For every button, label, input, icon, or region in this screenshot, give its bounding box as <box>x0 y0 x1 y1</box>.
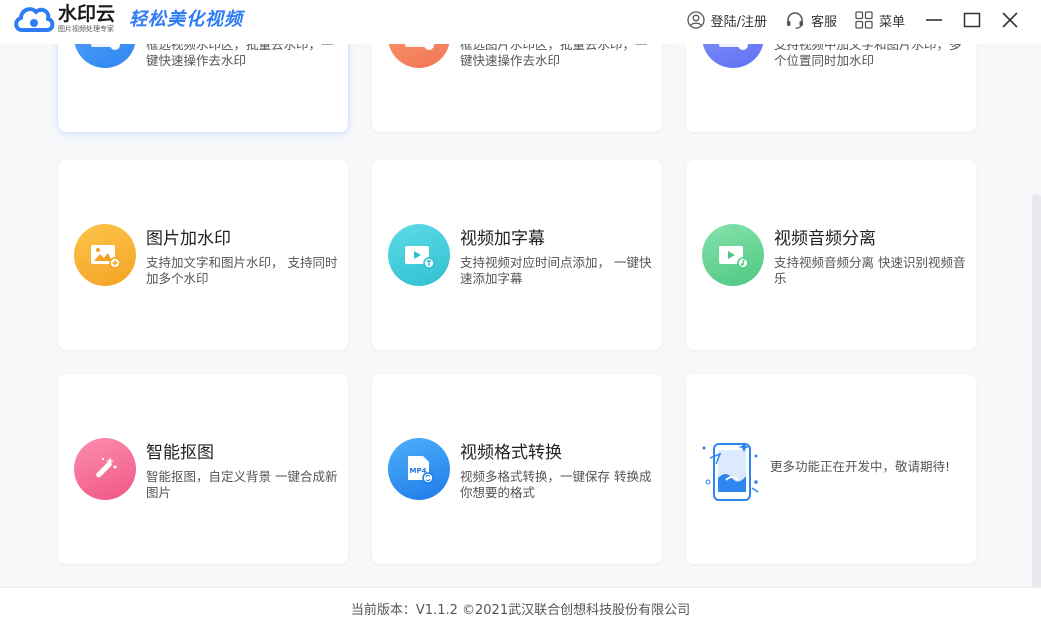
mp4-file-icon: MP4 <box>388 438 450 500</box>
close-button[interactable] <box>999 9 1021 31</box>
headset-icon <box>786 12 803 29</box>
card-video-watermark-remove[interactable]: 框选视频水印区，批量去水印，一键快速操作去水印 <box>58 44 348 132</box>
magic-wand-icon <box>74 438 136 500</box>
phone-illustration-icon <box>698 434 768 506</box>
more-features-text: 更多功能正在开发中，敬请期待! <box>770 459 951 474</box>
footer: 当前版本：V1.1.2 ©2021武汉联合创想科技股份有限公司 <box>0 587 1041 629</box>
menu-label: 菜单 <box>878 14 905 30</box>
card-desc: 智能抠图，自定义背景 一键合成新图片 <box>146 469 338 500</box>
card-video-add-watermark[interactable]: 支持视频中加文字和图片水印，多个位置同时加水印 <box>686 44 976 132</box>
card-title: 图片加水印 <box>146 229 231 249</box>
app-logo: 水印云 图片视频处理专家 轻松美化视频 <box>12 2 243 34</box>
card-title: 智能抠图 <box>146 443 214 463</box>
card-title: 视频音频分离 <box>774 229 876 249</box>
customer-service-button[interactable]: 客服 <box>785 11 837 30</box>
close-icon <box>1002 12 1018 28</box>
card-video-format-convert[interactable]: MP4 视频格式转换 视频多格式转换，一键保存 转换成你想要的格式 <box>372 374 662 564</box>
card-smart-cutout[interactable]: 智能抠图 智能抠图，自定义背景 一键合成新图片 <box>58 374 348 564</box>
card-image-add-watermark[interactable]: 图片加水印 支持加文字和图片水印， 支持同时加多个水印 <box>58 160 348 350</box>
app-subtitle: 图片视频处理专家 <box>58 24 114 33</box>
card-desc: 支持视频对应时间点添加， 一键快速添加字幕 <box>460 255 652 286</box>
menu-button[interactable]: 菜单 <box>855 11 905 30</box>
card-video-add-subtitle[interactable]: 视频加字幕 支持视频对应时间点添加， 一键快速添加字幕 <box>372 160 662 350</box>
card-desc: 支持加文字和图片水印， 支持同时加多个水印 <box>146 255 338 286</box>
card-desc: 框选视频水印区，批量去水印，一键快速操作去水印 <box>146 44 334 68</box>
video-add-watermark-icon <box>702 44 764 68</box>
maximize-icon <box>963 12 981 28</box>
minimize-button[interactable] <box>923 9 945 31</box>
app-slogan: 轻松美化视频 <box>129 9 244 30</box>
maximize-button[interactable] <box>961 9 983 31</box>
card-image-watermark-remove[interactable]: 框选图片水印区，批量去水印，一键快速操作去水印 <box>372 44 662 132</box>
subtitle-icon <box>388 224 450 286</box>
image-remove-watermark-icon <box>388 44 450 68</box>
login-label: 登陆/注册 <box>710 14 767 30</box>
app-header: 水印云 图片视频处理专家 轻松美化视频 登陆/注册 客服 菜单 <box>0 0 1041 44</box>
card-video-audio-separate[interactable]: 视频音频分离 支持视频音频分离 快速识别视频音乐 <box>686 160 976 350</box>
card-desc: 支持视频中加文字和图片水印，多个位置同时加水印 <box>774 44 962 68</box>
mp4-label: MP4 <box>410 467 427 475</box>
video-remove-watermark-icon <box>74 44 136 68</box>
version-text: 当前版本：V1.1.2 ©2021武汉联合创想科技股份有限公司 <box>350 603 691 618</box>
scrollbar[interactable] <box>1032 194 1041 587</box>
card-desc: 视频多格式转换，一键保存 转换成你想要的格式 <box>460 469 652 500</box>
user-icon <box>686 11 705 29</box>
card-title: 视频格式转换 <box>460 443 562 463</box>
app-name: 水印云 <box>58 2 116 25</box>
cloud-logo-icon <box>12 2 56 34</box>
minimize-icon <box>926 19 942 21</box>
service-label: 客服 <box>810 14 837 30</box>
login-button[interactable]: 登陆/注册 <box>686 11 767 30</box>
card-desc: 支持视频音频分离 快速识别视频音乐 <box>774 255 966 286</box>
image-watermark-icon <box>74 224 136 286</box>
card-title: 视频加字幕 <box>460 229 545 249</box>
feature-grid: 框选视频水印区，批量去水印，一键快速操作去水印 框选图片水印区，批量去水印，一键… <box>0 44 1041 587</box>
audio-separate-icon <box>702 224 764 286</box>
grid-menu-icon <box>855 11 873 29</box>
card-more-features: 更多功能正在开发中，敬请期待! <box>686 374 976 564</box>
card-desc: 框选图片水印区，批量去水印，一键快速操作去水印 <box>460 44 648 68</box>
